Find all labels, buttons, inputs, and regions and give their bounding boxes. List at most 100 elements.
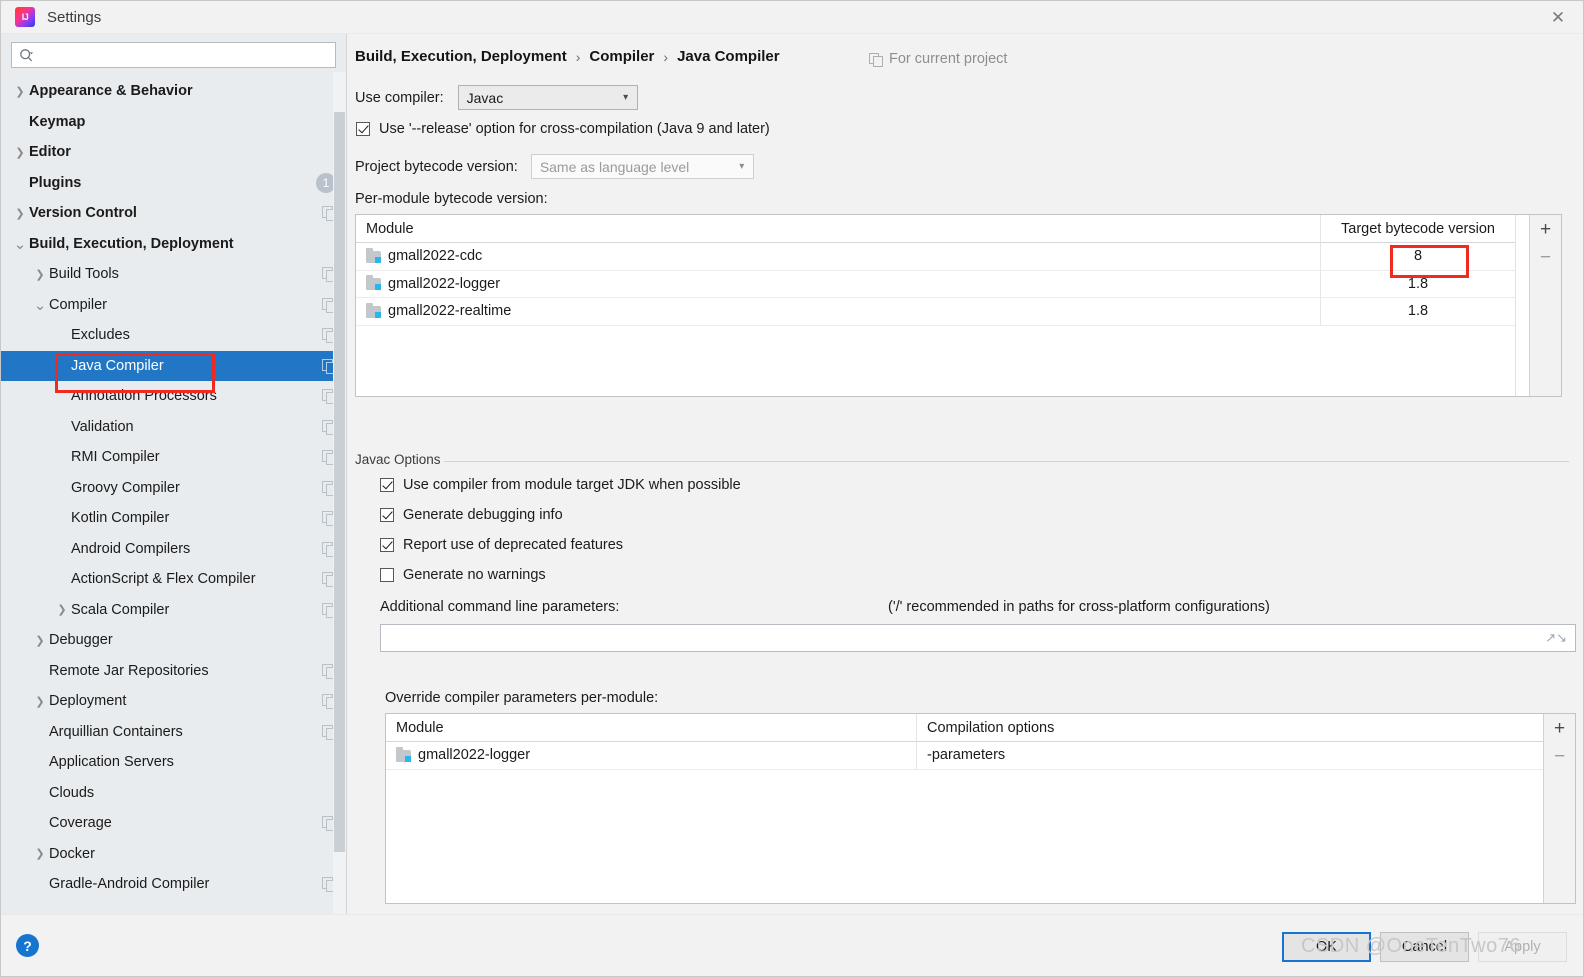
sidebar-item-scala-compiler[interactable]: ❯ Scala Compiler <box>1 595 346 626</box>
use-compiler-select[interactable]: Javac ▾ <box>457 85 638 110</box>
help-icon[interactable]: ? <box>16 934 39 957</box>
override-table-body: Module Compilation options gmall2022-log… <box>386 714 1543 903</box>
sidebar-item-remote-jar-repositories[interactable]: Remote Jar Repositories <box>1 656 346 687</box>
sidebar-item-actionscript-flex-compiler[interactable]: ActionScript & Flex Compiler <box>1 564 346 595</box>
target-bytecode-cell[interactable]: 1.8 <box>1321 303 1515 319</box>
sidebar-item-label: Arquillian Containers <box>49 723 183 740</box>
sidebar-item-appearance-behavior[interactable]: ❯ Appearance & Behavior <box>1 76 346 107</box>
sidebar-item-label: Clouds <box>49 784 95 801</box>
sidebar-item-editor[interactable]: ❯ Editor <box>1 137 346 168</box>
sidebar-item-excludes[interactable]: Excludes <box>1 320 346 351</box>
sidebar-item-deployment[interactable]: ❯ Deployment <box>1 686 346 717</box>
remove-override-button[interactable]: − <box>1547 745 1573 769</box>
sidebar-item-kotlin-compiler[interactable]: Kotlin Compiler <box>1 503 346 534</box>
breadcrumb-item-1[interactable]: Compiler <box>589 48 654 65</box>
sidebar-item-label: Excludes <box>71 327 130 344</box>
sidebar-item-label: Debugger <box>49 632 113 649</box>
sidebar-item-plugins[interactable]: Plugins 1 <box>1 168 346 199</box>
for-current-project-text: For current project <box>889 51 1008 67</box>
settings-tree: ❯ Appearance & Behavior Keymap ❯ Editor Plugi… <box>1 73 346 914</box>
breadcrumb-item-2: Java Compiler <box>677 48 780 65</box>
sidebar-item-label: Gradle-Android Compiler <box>49 876 210 893</box>
sidebar-item-coverage[interactable]: Coverage <box>1 808 346 839</box>
sidebar-scrollbar-thumb[interactable] <box>334 112 345 852</box>
project-bytecode-label: Project bytecode version: <box>355 158 518 175</box>
sidebar-item-arquillian-containers[interactable]: Arquillian Containers <box>1 717 346 748</box>
javac-checkbox-1[interactable]: Generate debugging info <box>380 507 563 523</box>
for-current-project-label: For current project <box>869 51 1007 67</box>
table-row[interactable]: gmall2022-logger -parameters <box>386 742 1543 770</box>
chevron-right-icon[interactable]: ❯ <box>11 207 29 220</box>
use-release-option-checkbox[interactable]: Use '--release' option for cross-compila… <box>356 121 770 137</box>
sidebar-item-debugger[interactable]: ❯ Debugger <box>1 625 346 656</box>
chevron-right-icon[interactable]: ❯ <box>31 847 49 860</box>
chevron-right-icon[interactable]: ❯ <box>31 268 49 281</box>
sidebar-item-keymap[interactable]: Keymap <box>1 107 346 138</box>
table-row[interactable]: gmall2022-realtime 1.8 <box>356 298 1515 326</box>
column-header-target-bytecode[interactable]: Target bytecode version <box>1321 221 1515 237</box>
column-header-module[interactable]: Module <box>356 215 1321 242</box>
breadcrumb: Build, Execution, Deployment › Compiler … <box>355 48 780 65</box>
dialog-footer: ? OK Cancel Apply <box>1 914 1583 976</box>
table-row[interactable]: gmall2022-logger 1.8 <box>356 270 1515 298</box>
chevron-right-icon[interactable]: ❯ <box>11 85 29 98</box>
sidebar-item-validation[interactable]: Validation <box>1 412 346 443</box>
per-module-table-scrollbar[interactable] <box>1515 215 1529 396</box>
sidebar-item-docker[interactable]: ❯ Docker <box>1 839 346 870</box>
target-bytecode-cell[interactable]: 8 <box>1321 248 1515 264</box>
expand-icon[interactable]: ↗↘ <box>1545 630 1567 646</box>
target-bytecode-cell[interactable]: 1.8 <box>1321 276 1515 292</box>
project-bytecode-select[interactable]: Same as language level ▾ <box>530 154 754 179</box>
add-override-button[interactable]: + <box>1547 717 1573 741</box>
sidebar-item-label: Scala Compiler <box>71 601 170 618</box>
per-module-bytecode-label: Per-module bytecode version: <box>355 191 548 207</box>
chevron-right-icon: › <box>663 48 669 65</box>
search-input[interactable] <box>34 46 335 64</box>
sidebar-item-java-compiler[interactable]: Java Compiler <box>1 350 346 381</box>
sidebar-item-version-control[interactable]: ❯ Version Control <box>1 198 346 229</box>
sidebar-item-build-execution-deployment[interactable]: ⌄ Build, Execution, Deployment <box>1 229 346 260</box>
sidebar-item-groovy-compiler[interactable]: Groovy Compiler <box>1 473 346 504</box>
chevron-right-icon[interactable]: ❯ <box>53 603 71 616</box>
cancel-button[interactable]: Cancel <box>1380 932 1469 962</box>
column-header-compilation-options[interactable]: Compilation options <box>917 720 1543 736</box>
sidebar-item-clouds[interactable]: Clouds <box>1 778 346 809</box>
use-compiler-row: Use compiler: Javac ▾ <box>355 85 638 110</box>
checkbox-box <box>380 508 394 522</box>
javac-checkbox-2[interactable]: Report use of deprecated features <box>380 537 623 553</box>
remove-module-button[interactable]: − <box>1533 246 1559 270</box>
settings-dialog: Settings ✕ ❯Appearance & BehaviorK <box>0 0 1584 977</box>
chevron-down-icon[interactable]: ⌄ <box>31 296 49 314</box>
sidebar-item-label: Android Compilers <box>71 540 191 557</box>
search-box[interactable] <box>11 42 336 68</box>
sidebar-item-annotation-processors[interactable]: Annotation Processors <box>1 381 346 412</box>
sidebar-item-label: Keymap <box>29 113 86 130</box>
column-header-module[interactable]: Module <box>386 714 917 741</box>
javac-checkbox-1-label: Generate debugging info <box>403 507 563 523</box>
sidebar-scrollbar-track[interactable] <box>333 72 346 914</box>
add-module-button[interactable]: + <box>1533 218 1559 242</box>
chevron-right-icon[interactable]: ❯ <box>31 695 49 708</box>
close-icon[interactable]: ✕ <box>1533 1 1583 34</box>
sidebar-item-android-compilers[interactable]: Android Compilers <box>1 534 346 565</box>
javac-checkbox-0[interactable]: Use compiler from module target JDK when… <box>380 477 741 493</box>
sidebar-item-application-servers[interactable]: Application Servers <box>1 747 346 778</box>
chevron-down-icon[interactable]: ⌄ <box>11 235 29 253</box>
table-row[interactable]: gmall2022-cdc 8 <box>356 243 1515 271</box>
breadcrumb-item-0[interactable]: Build, Execution, Deployment <box>355 48 567 65</box>
ok-button[interactable]: OK <box>1282 932 1371 962</box>
chevron-right-icon[interactable]: ❯ <box>31 634 49 647</box>
apply-button[interactable]: Apply <box>1478 932 1567 962</box>
sidebar-item-build-tools[interactable]: ❯ Build Tools <box>1 259 346 290</box>
sidebar-item-rmi-compiler[interactable]: RMI Compiler <box>1 442 346 473</box>
compilation-options-cell[interactable]: -parameters <box>917 747 1543 763</box>
window-title: Settings <box>47 8 102 26</box>
chevron-right-icon[interactable]: ❯ <box>11 146 29 159</box>
javac-checkbox-3[interactable]: Generate no warnings <box>380 567 546 583</box>
sidebar-item-gradle-android-compiler[interactable]: Gradle-Android Compiler <box>1 869 346 900</box>
sidebar-item-label: Application Servers <box>49 754 174 771</box>
sidebar-item-compiler[interactable]: ⌄ Compiler <box>1 290 346 321</box>
additional-params-input[interactable]: ↗↘ <box>380 624 1576 652</box>
module-icon <box>366 247 381 263</box>
sidebar-item-label: Coverage <box>49 815 112 832</box>
